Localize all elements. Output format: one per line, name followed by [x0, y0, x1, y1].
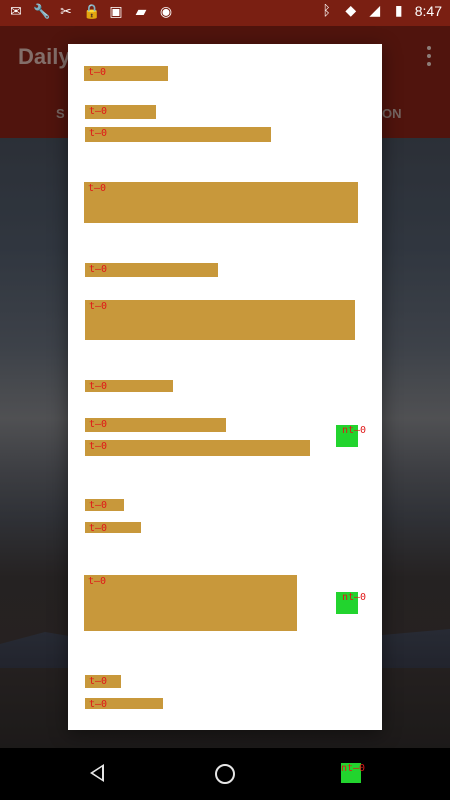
placeholder-block[interactable]: t—0: [85, 675, 121, 688]
marker-label: nt—0: [342, 425, 367, 436]
status-time: 8:47: [414, 3, 442, 19]
lock-icon: 🔒: [83, 4, 101, 20]
placeholder-block[interactable]: t—0: [84, 182, 358, 223]
placeholder-block[interactable]: t—0: [85, 380, 173, 392]
bluetooth-icon: ᛒ: [322, 3, 331, 19]
status-icons-right: ᛒ ◆ ◢ ▮ 8:47: [319, 3, 442, 19]
block-label: t—0: [89, 699, 108, 710]
block-label: t—0: [89, 301, 108, 312]
signal-icon: ◢: [369, 3, 381, 19]
block-label: t—0: [88, 67, 107, 78]
back-icon[interactable]: [90, 764, 104, 782]
placeholder-block[interactable]: t—0: [84, 575, 297, 631]
status-bar: ✉ 🔧 ✂ 🔒 ▣ ▰ ◉ ᛒ ◆ ◢ ▮ 8:47: [0, 0, 450, 26]
marker-label: nt—0: [342, 592, 367, 603]
photo-icon: ▣: [109, 4, 123, 20]
wrench-icon: 🔧: [33, 4, 51, 20]
placeholder-block[interactable]: t—0: [85, 300, 355, 340]
placeholder-block[interactable]: t—0: [85, 127, 271, 142]
navigation-bar: nt—0: [0, 748, 450, 800]
block-label: t—0: [89, 106, 108, 117]
block-label: t—0: [89, 419, 108, 430]
block-label: t—0: [88, 183, 107, 194]
placeholder-block[interactable]: t—0: [85, 105, 156, 119]
wifi-icon: ◆: [345, 3, 357, 19]
placeholder-block[interactable]: t—0: [85, 440, 310, 456]
block-label: t—0: [89, 676, 108, 687]
green-marker[interactable]: nt—0: [336, 592, 366, 614]
placeholder-block[interactable]: t—0: [85, 263, 218, 277]
block-label: t—0: [88, 576, 107, 587]
briefcase-icon: ▰: [135, 4, 147, 20]
block-label: t—0: [89, 441, 108, 452]
block-label: t—0: [89, 381, 108, 392]
placeholder-block[interactable]: t—0: [85, 418, 226, 432]
placeholder-block[interactable]: t—0: [84, 66, 168, 81]
block-label: t—0: [89, 128, 108, 139]
dialog: t—0 t—0 t—0 t—0 t—0 t—0 t—0 t—0 t—0 nt—0…: [68, 44, 382, 730]
mail-icon: ✉: [10, 4, 22, 20]
block-label: t—0: [89, 523, 108, 534]
placeholder-block[interactable]: t—0: [85, 499, 124, 511]
green-marker[interactable]: nt—0: [336, 425, 366, 447]
placeholder-block[interactable]: t—0: [85, 698, 163, 710]
placeholder-block[interactable]: t—0: [85, 522, 141, 534]
settings-icon: ✂: [60, 4, 72, 20]
recents-green-marker[interactable]: nt—0: [341, 763, 365, 783]
home-icon[interactable]: [215, 764, 235, 784]
status-icons-left: ✉ 🔧 ✂ 🔒 ▣ ▰ ◉: [8, 4, 174, 20]
block-label: t—0: [89, 500, 108, 511]
battery-icon: ▮: [394, 3, 403, 19]
android-icon: ◉: [159, 4, 173, 20]
block-label: t—0: [89, 264, 108, 275]
marker-label: nt—0: [341, 763, 366, 774]
